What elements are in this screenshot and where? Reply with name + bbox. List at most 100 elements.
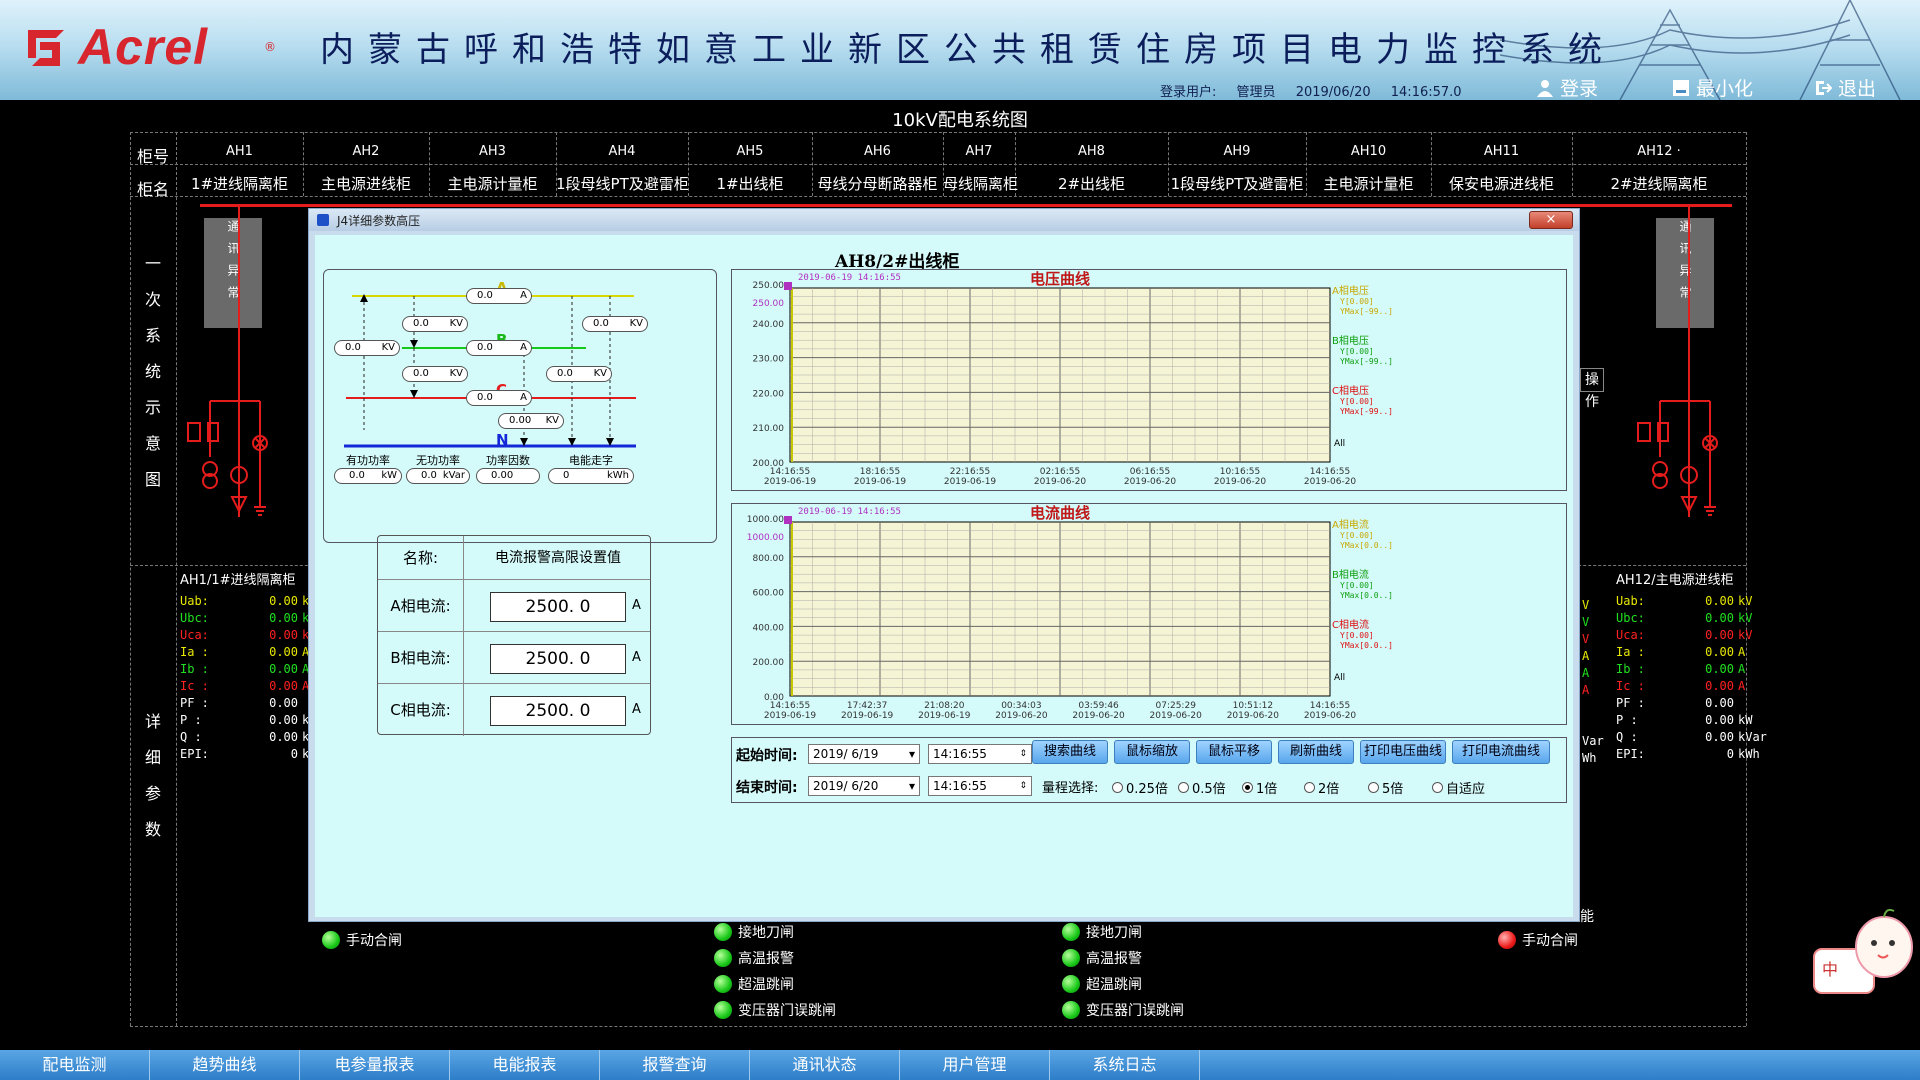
start-time-input[interactable]: 14:16:55 ⇕ (928, 744, 1032, 764)
param-key: Uab: (180, 594, 209, 608)
legend-series-name[interactable]: B相电压 (1332, 334, 1369, 347)
chart-action-button[interactable]: 鼠标平移 (1196, 740, 1272, 764)
cabinet-name[interactable]: 主电源计量柜 (429, 173, 556, 194)
param-unit: kWh (1738, 747, 1760, 761)
minimize-button[interactable]: 最小化 (1672, 74, 1753, 100)
right-params-header: AH12/主电源进线柜 (1616, 573, 1734, 588)
alarm-setting-unit: A (632, 650, 641, 665)
cabinet-name[interactable]: 1段母线PT及避雷柜 (556, 173, 689, 194)
login-button[interactable]: 登录 (1536, 74, 1598, 100)
indicator-manual-close-left: 手动合闸 (322, 930, 402, 950)
param-unit: A (1738, 679, 1746, 693)
logo-text: Acrel (78, 19, 209, 75)
param-value: 0.00 (269, 594, 298, 608)
param-value: 0.00 (269, 628, 298, 642)
end-date-picker[interactable]: 2019/ 6/20 ▾ (808, 776, 920, 796)
radio-button[interactable] (1112, 782, 1123, 793)
cabinet-name[interactable]: 母线隔离柜 (943, 173, 1018, 194)
alarm-setting-input[interactable]: 2500. 0 (490, 644, 626, 674)
cabinet-name[interactable]: 1段母线PT及避雷柜 (1168, 173, 1306, 194)
nav-tab[interactable]: 电参量报表 (300, 1050, 450, 1080)
chart-action-button[interactable]: 搜索曲线 (1032, 740, 1108, 764)
nav-tab[interactable]: 用户管理 (900, 1050, 1050, 1080)
legend-all[interactable]: All (1334, 439, 1345, 449)
summary-value: 0.0 kW (334, 468, 402, 484)
end-time-input[interactable]: 14:16:55 ⇕ (928, 776, 1032, 796)
chart-action-button[interactable]: 刷新曲线 (1278, 740, 1354, 764)
legend-series-name[interactable]: C相电流 (1332, 618, 1369, 631)
legend-max-value: YMax[-99..] (1340, 307, 1393, 316)
nav-tab[interactable]: 通讯状态 (750, 1050, 900, 1080)
range-option[interactable]: 0.5倍 (1178, 778, 1226, 797)
range-option[interactable]: 5倍 (1368, 778, 1403, 797)
range-option[interactable]: 自适应 (1432, 778, 1485, 797)
start-date-picker[interactable]: 2019/ 6/19 ▾ (808, 744, 920, 764)
row-label-name: 柜名 (136, 180, 169, 199)
range-option[interactable]: 0.25倍 (1112, 778, 1168, 797)
param-key: Uca: (180, 628, 209, 642)
legend-max-value: YMax[0.0..] (1340, 641, 1393, 650)
param-value: 0.00 (1705, 662, 1734, 676)
cabinet-number: AH1 (226, 144, 253, 159)
param-unit: kV (1738, 594, 1753, 608)
chart-action-button[interactable]: 打印电压曲线 (1360, 740, 1446, 764)
nav-tab[interactable]: 趋势曲线 (150, 1050, 300, 1080)
legend-series-name[interactable]: B相电流 (1332, 568, 1369, 581)
row-label-no: 柜号 (136, 147, 169, 166)
x-tick-time: 14:16:55 (1310, 701, 1350, 711)
legend-series-name[interactable]: C相电压 (1332, 384, 1369, 397)
cabinet-name[interactable]: 母线分母断路器柜 (812, 173, 943, 194)
user-icon (1537, 79, 1553, 97)
phase-a-current: 0.0 A (466, 288, 532, 304)
nav-tab[interactable]: 报警查询 (600, 1050, 750, 1080)
radio-button[interactable] (1242, 782, 1253, 793)
settings-header-row: 名称: 电流报警高限设置值 (378, 536, 650, 580)
radio-button[interactable] (1368, 782, 1379, 793)
chart-cursor-marker[interactable] (784, 282, 792, 290)
cabinet-name[interactable]: 主电源进线柜 (303, 173, 429, 194)
floating-assistant-widget[interactable]: 中 (1812, 905, 1916, 1001)
window-app-icon (317, 214, 329, 226)
legend-all[interactable]: All (1334, 673, 1345, 683)
x-tick-date: 2019-06-20 (1124, 477, 1177, 487)
legend-series-name[interactable]: A相电压 (1332, 284, 1369, 297)
param-key: EPI: (180, 747, 209, 761)
nav-tab[interactable]: 电能报表 (450, 1050, 600, 1080)
range-option[interactable]: 1倍 (1242, 778, 1277, 797)
nav-tab[interactable]: 系统日志 (1050, 1050, 1200, 1080)
radio-button[interactable] (1304, 782, 1315, 793)
voltage-right-top: 0.0 KV (582, 316, 648, 332)
param-unit-partial: A (1582, 649, 1590, 663)
legend-series-name[interactable]: A相电流 (1332, 518, 1369, 531)
cabinet-name[interactable]: 2#出线柜 (1015, 173, 1168, 194)
operation-button-partial[interactable]: 操作 (1580, 368, 1604, 410)
cabinet-name[interactable]: 保安电源进线柜 (1431, 173, 1572, 194)
alarm-setting-input[interactable]: 2500. 0 (490, 696, 626, 726)
chart-cursor-marker[interactable] (784, 516, 792, 524)
range-option[interactable]: 2倍 (1304, 778, 1339, 797)
radio-button[interactable] (1432, 782, 1443, 793)
cabinet-number: AH3 (479, 144, 506, 159)
cabinet-name[interactable]: 2#进线隔离柜 (1572, 173, 1746, 194)
popup-close-button[interactable]: × (1529, 211, 1573, 229)
voltage-uca: 0.0 KV (334, 340, 400, 356)
current-date: 2019/06/20 (1295, 85, 1371, 100)
chart-action-button[interactable]: 鼠标缩放 (1114, 740, 1190, 764)
minimize-button-label: 最小化 (1696, 78, 1754, 100)
alarm-setting-input[interactable]: 2500. 0 (490, 592, 626, 622)
phase-wiring-diagram (344, 294, 636, 448)
x-tick-date: 2019-06-20 (995, 711, 1048, 721)
radio-button[interactable] (1178, 782, 1189, 793)
nav-tab[interactable]: 配电监测 (0, 1050, 150, 1080)
primary-diagram-title: 一次系统示意图 (144, 254, 161, 489)
chart-cursor-time: 2019-06-19 14:16:55 (798, 507, 901, 517)
settings-name-value: 电流报警高限设置值 (495, 550, 621, 566)
cabinet-name[interactable]: 1#出线柜 (688, 173, 812, 194)
cabinet-name[interactable]: 1#进线隔离柜 (176, 173, 303, 194)
chart-action-button[interactable]: 打印电流曲线 (1452, 740, 1550, 764)
cabinet-name[interactable]: 主电源计量柜 (1306, 173, 1431, 194)
exit-button[interactable]: 退出 (1814, 74, 1876, 100)
bottom-nav: 配电监测 趋势曲线 电参量报表 电能报表 报警查询 通讯状态 用户管理 系统日志 (0, 1050, 1920, 1080)
summary-label: 有功功率 (346, 454, 390, 467)
param-key: Ia : (180, 645, 209, 659)
